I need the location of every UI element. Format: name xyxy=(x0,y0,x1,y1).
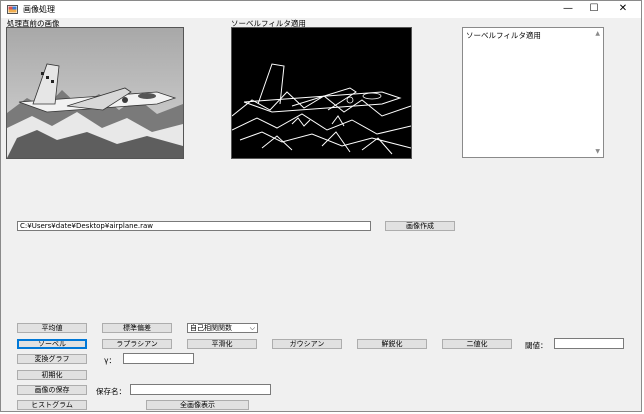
tone-curve-button[interactable]: 変換グラフ xyxy=(17,354,87,364)
list-item[interactable]: ソーベルフィルタ適用 xyxy=(466,30,541,41)
chevron-down-icon[interactable]: ⌵ xyxy=(250,324,255,332)
initialize-button[interactable]: 初期化 xyxy=(17,370,87,380)
close-button[interactable]: ✕ xyxy=(608,1,638,18)
sharpen-button[interactable]: 鮮鋭化 xyxy=(357,339,427,349)
history-listbox[interactable]: ソーベルフィルタ適用 ▲ ▼ xyxy=(462,27,604,158)
gamma-label: γ： xyxy=(104,356,116,365)
threshold-input[interactable] xyxy=(554,338,624,349)
histogram-button[interactable]: ヒストグラム xyxy=(17,400,87,410)
window-title: 画像処理 xyxy=(23,5,55,14)
scroll-up-icon[interactable]: ▲ xyxy=(595,30,600,37)
smoothing-button[interactable]: 平滑化 xyxy=(187,339,257,349)
laplacian-button[interactable]: ラプラシアン xyxy=(102,339,172,349)
save-name-input[interactable] xyxy=(130,384,271,395)
title-bar: 画像処理 — ☐ ✕ xyxy=(1,1,641,18)
app-window: 画像処理 — ☐ ✕ 処理直前の画像 ソーベルフィルタ適用 ソーベルフィルタ適用… xyxy=(0,0,642,412)
file-path-input[interactable]: C:¥Users¥date¥Desktop¥airplane.raw xyxy=(17,221,371,231)
original-image xyxy=(6,27,184,159)
combo-selected-value: 自己相関関数 xyxy=(190,324,232,332)
save-image-button[interactable]: 画像の保存 xyxy=(17,385,87,395)
statistics-combo[interactable]: 自己相関関数 ⌵ xyxy=(187,323,258,333)
scroll-down-icon[interactable]: ▼ xyxy=(595,148,600,155)
maximize-button[interactable]: ☐ xyxy=(579,1,609,18)
create-image-button[interactable]: 画像作成 xyxy=(385,221,455,231)
save-name-label: 保存名： xyxy=(96,387,126,396)
filtered-image xyxy=(231,27,412,159)
sobel-button[interactable]: ソーベル xyxy=(17,339,87,349)
app-icon xyxy=(7,5,18,14)
threshold-label: 閾値： xyxy=(525,341,548,350)
gaussian-button[interactable]: ガウシアン xyxy=(272,339,342,349)
gamma-input[interactable] xyxy=(123,353,194,364)
binarize-button[interactable]: 二値化 xyxy=(442,339,512,349)
std-dev-button[interactable]: 標準偏差 xyxy=(102,323,172,333)
show-all-images-button[interactable]: 全画像表示 xyxy=(146,400,249,410)
average-button[interactable]: 平均値 xyxy=(17,323,87,333)
